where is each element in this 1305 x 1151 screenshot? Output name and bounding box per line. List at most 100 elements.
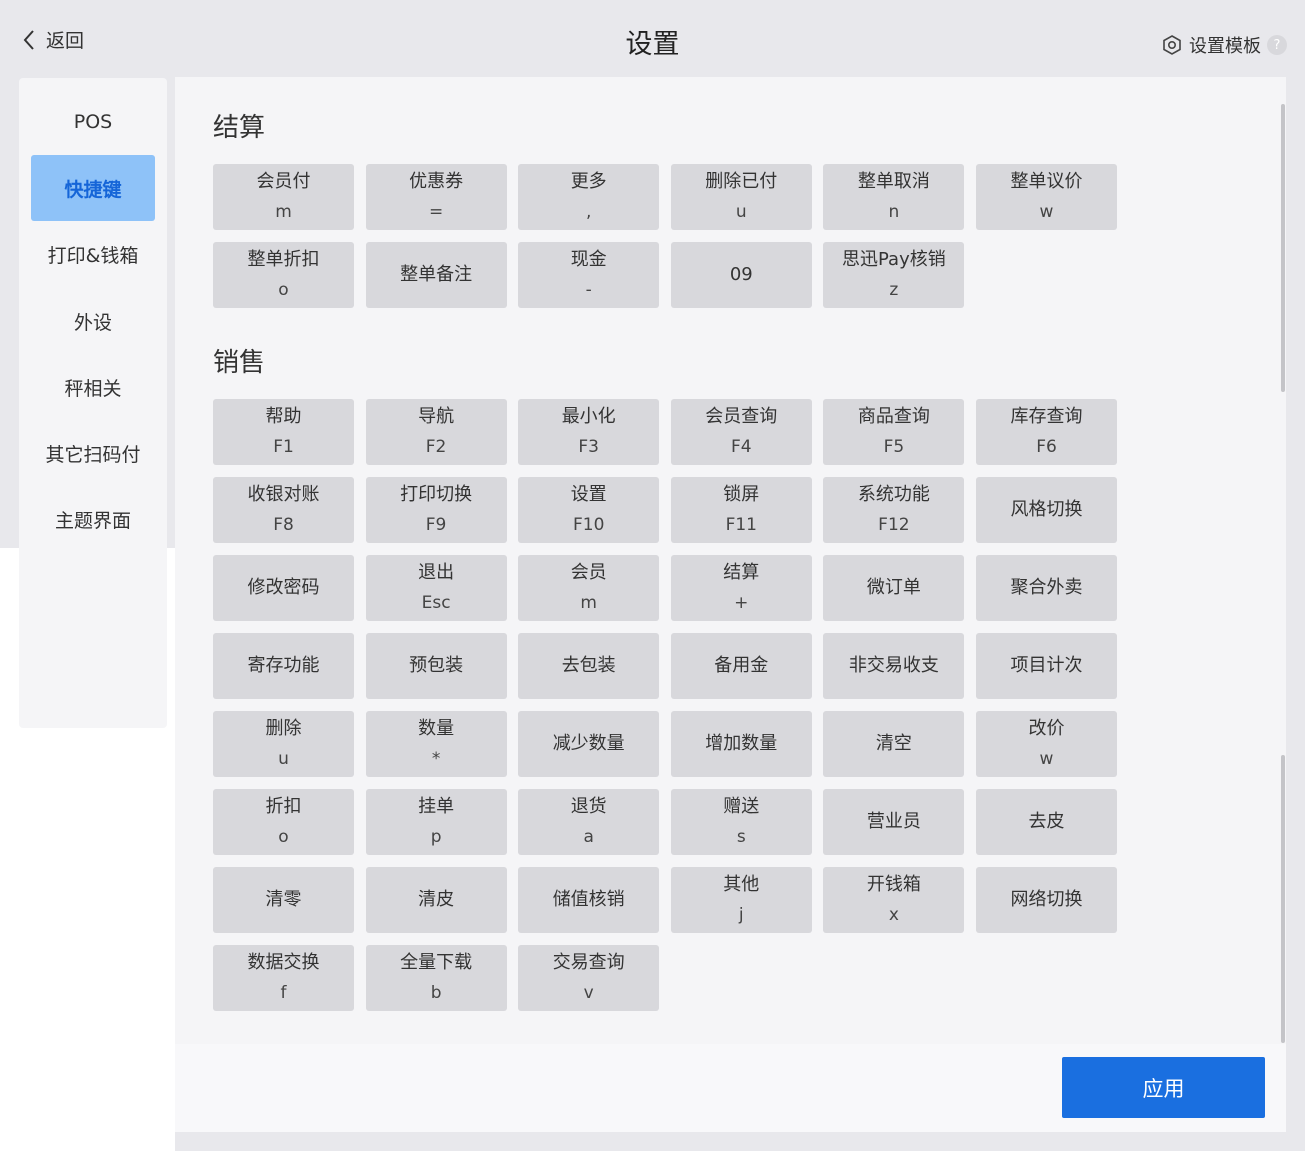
- sidebar-item-peripherals[interactable]: 外设: [31, 288, 155, 354]
- shortcut-label: 营业员: [866, 811, 921, 832]
- shortcut-label: 收银对账: [247, 484, 320, 505]
- shortcut-key-button[interactable]: 项目计次: [976, 633, 1117, 699]
- shortcut-key-button[interactable]: 整单取消 n: [823, 164, 965, 230]
- shortcut-key-button[interactable]: 预包装: [365, 633, 507, 699]
- shortcut-label: 改价: [1028, 718, 1065, 739]
- sidebar-item-scale[interactable]: 秤相关: [31, 354, 155, 420]
- shortcut-label: 去包装: [561, 655, 616, 676]
- shortcut-key-button[interactable]: 寄存功能: [213, 633, 354, 699]
- shortcut-key-button[interactable]: 增加数量: [670, 711, 812, 777]
- shortcut-label: 删除: [265, 718, 302, 739]
- header: 返回 设置 设置模板 ?: [0, 0, 1305, 76]
- shortcut-key-button[interactable]: 备用金: [670, 633, 812, 699]
- sidebar-item-other-scan-pay[interactable]: 其它扫码付: [31, 420, 155, 486]
- shortcut-key-button[interactable]: 赠送 s: [670, 789, 812, 855]
- shortcut-key-button[interactable]: 聚合外卖: [976, 555, 1117, 621]
- shortcut-key-button[interactable]: 结算 +: [670, 555, 812, 621]
- shortcut-key-button[interactable]: 全量下载 b: [365, 945, 507, 1011]
- shortcut-label: 最小化: [561, 406, 616, 427]
- shortcut-key-button[interactable]: 挂单 p: [365, 789, 507, 855]
- shortcut-label: 09: [729, 264, 753, 285]
- shortcut-key-button[interactable]: 数量 *: [365, 711, 507, 777]
- sidebar-item-pos[interactable]: POS: [31, 89, 155, 155]
- shortcut-key-button[interactable]: 数据交换 f: [213, 945, 354, 1011]
- shortcut-key-button[interactable]: 会员查询 F4: [670, 399, 812, 465]
- shortcut-key-value: F3: [578, 437, 599, 457]
- shortcut-key-button[interactable]: 会员 m: [518, 555, 660, 621]
- template-settings-button[interactable]: 设置模板 ?: [1161, 32, 1287, 58]
- shortcut-key-button[interactable]: 收银对账 F8: [213, 477, 354, 543]
- shortcut-key-button[interactable]: 改价 w: [976, 711, 1117, 777]
- shortcut-key-button[interactable]: 会员付 m: [213, 164, 354, 230]
- shortcut-key-button[interactable]: 折扣 o: [213, 789, 354, 855]
- shortcut-key-button[interactable]: 商品查询 F5: [823, 399, 965, 465]
- shortcut-key-button[interactable]: 最小化 F3: [518, 399, 660, 465]
- shortcut-label: 清空: [875, 733, 912, 754]
- shortcut-key-button[interactable]: 删除已付 u: [670, 164, 812, 230]
- section-title-sales: 销售: [213, 348, 266, 378]
- shortcut-key-button[interactable]: 退出 Esc: [365, 555, 507, 621]
- shortcut-key-button[interactable]: 帮助 F1: [213, 399, 354, 465]
- shortcut-key-button[interactable]: 打印切换 F9: [365, 477, 507, 543]
- shortcut-key-button[interactable]: 风格切换: [976, 477, 1117, 543]
- shortcut-key-value: b: [430, 983, 442, 1003]
- shortcut-key-button[interactable]: 非交易收支: [823, 633, 965, 699]
- shortcut-key-button[interactable]: 现金 -: [518, 242, 660, 308]
- shortcut-label: 增加数量: [705, 733, 778, 754]
- shortcut-key-button[interactable]: 其他 j: [670, 867, 812, 933]
- sidebar-item-shortcuts[interactable]: 快捷键: [31, 155, 155, 221]
- shortcut-key-button[interactable]: 整单折扣 o: [213, 242, 354, 308]
- shortcut-key-button[interactable]: 营业员: [823, 789, 965, 855]
- sidebar-item-print-cashbox[interactable]: 打印&钱箱: [31, 221, 155, 287]
- shortcut-settings-panel: 结算 会员付 m 优惠券 = 更多, 删除已付 u 整单取消 n 整单议价 w 整单折扣 o 整单备注 现金…: [175, 77, 1286, 1044]
- shortcut-key-value: o: [278, 827, 289, 847]
- shortcut-key-button[interactable]: 网络切换: [976, 867, 1117, 933]
- shortcut-key-button[interactable]: 更多,: [518, 164, 660, 230]
- shortcut-key-button[interactable]: 微订单: [823, 555, 965, 621]
- shortcut-label: 锁屏: [723, 484, 760, 505]
- shortcut-key-value: Esc: [421, 593, 451, 613]
- help-icon[interactable]: ?: [1267, 35, 1287, 55]
- shortcut-key-button[interactable]: 清空: [823, 711, 965, 777]
- shortcut-key-button[interactable]: 设置 F10: [518, 477, 660, 543]
- shortcut-key-button[interactable]: 库存查询 F6: [976, 399, 1117, 465]
- shortcut-key-value: o: [278, 280, 289, 300]
- shortcut-key-button[interactable]: 开钱箱 x: [823, 867, 965, 933]
- shortcut-key-button[interactable]: 思迅Pay核销 z: [823, 242, 965, 308]
- shortcut-key-value: x: [888, 905, 899, 925]
- shortcut-key-value: w: [1039, 749, 1054, 769]
- page-title: 设置: [625, 29, 680, 60]
- shortcut-label: 其他: [723, 874, 760, 895]
- scrollbar-thumb[interactable]: [1281, 104, 1285, 392]
- shortcut-label: 风格切换: [1010, 499, 1083, 520]
- shortcut-key-button[interactable]: 去包装: [518, 633, 660, 699]
- shortcut-key-button[interactable]: 减少数量: [518, 711, 660, 777]
- shortcut-label: 会员: [570, 562, 607, 583]
- shortcut-label: 会员付: [256, 171, 311, 192]
- apply-button[interactable]: 应用: [1062, 1057, 1265, 1118]
- shortcut-key-button[interactable]: 整单备注: [365, 242, 507, 308]
- shortcut-key-button[interactable]: 修改密码: [213, 555, 354, 621]
- shortcut-key-button[interactable]: 系统功能 F12: [823, 477, 965, 543]
- scrollbar-thumb-lower[interactable]: [1281, 755, 1285, 1043]
- shortcut-key-button[interactable]: 交易查询 v: [518, 945, 660, 1011]
- shortcut-label: 微订单: [866, 577, 921, 598]
- template-settings-label: 设置模板: [1189, 36, 1261, 57]
- shortcut-key-button[interactable]: 整单议价 w: [976, 164, 1117, 230]
- hexagon-gear-icon: [1163, 35, 1181, 55]
- shortcut-key-button[interactable]: 去皮: [976, 789, 1117, 855]
- shortcut-label: 更多: [570, 171, 607, 192]
- shortcut-key-button[interactable]: 导航 F2: [365, 399, 507, 465]
- shortcut-key-button[interactable]: 清零: [213, 867, 354, 933]
- shortcut-key-button[interactable]: 删除 u: [213, 711, 354, 777]
- sidebar-item-theme[interactable]: 主题界面: [31, 486, 155, 552]
- shortcut-key-button[interactable]: 优惠券 =: [365, 164, 507, 230]
- shortcut-label: 数量: [418, 718, 455, 739]
- shortcut-key-button[interactable]: 09: [670, 242, 812, 308]
- shortcut-label: 非交易收支: [848, 655, 939, 676]
- shortcut-key-button[interactable]: 锁屏 F11: [670, 477, 812, 543]
- shortcut-label: 赠送: [723, 796, 760, 817]
- shortcut-key-button[interactable]: 储值核销: [518, 867, 660, 933]
- shortcut-key-button[interactable]: 清皮: [365, 867, 507, 933]
- shortcut-key-button[interactable]: 退货 a: [518, 789, 660, 855]
